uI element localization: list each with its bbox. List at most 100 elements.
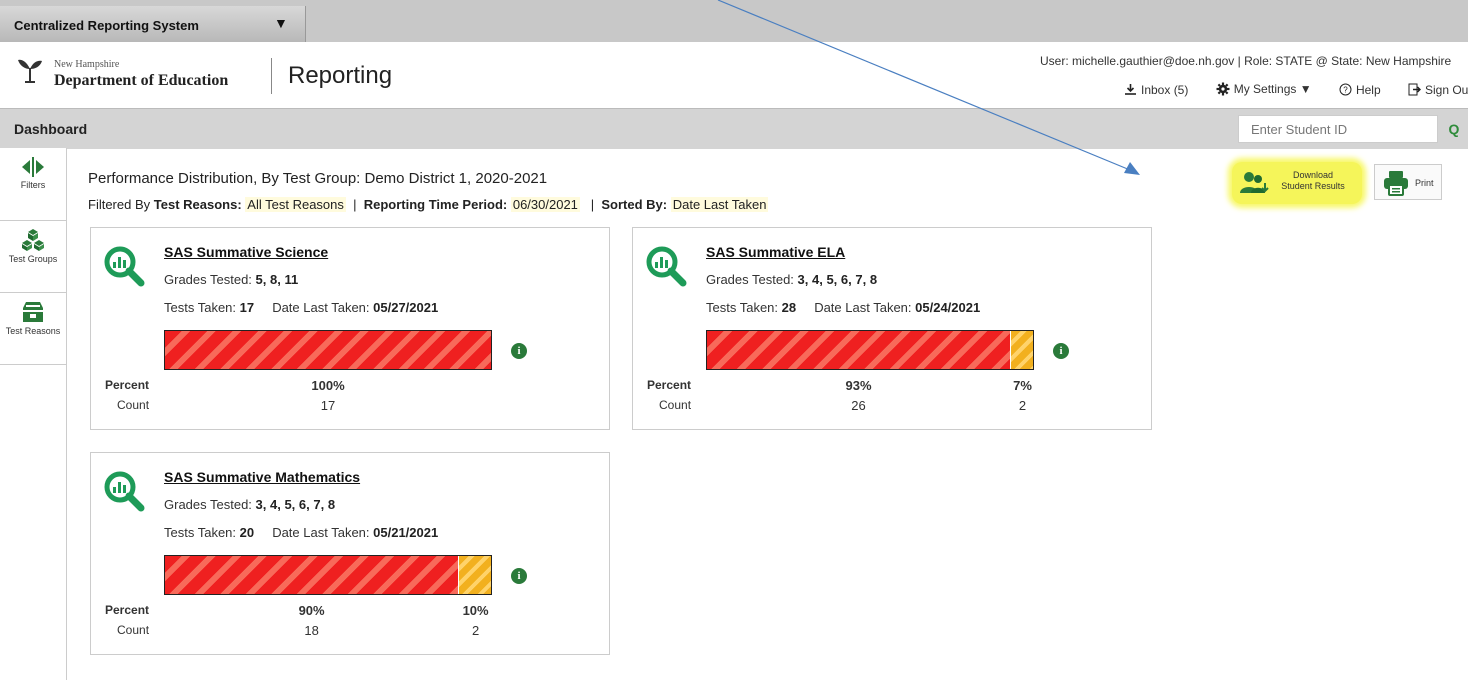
gear-icon xyxy=(1216,82,1230,96)
logo-sprout-icon xyxy=(18,59,42,83)
bar-segment-mid[interactable] xyxy=(458,556,491,594)
bar-segment-low[interactable] xyxy=(165,556,459,594)
tests-taken-label: Tests Taken: xyxy=(706,300,779,315)
sorted-value: Date Last Taken xyxy=(670,197,769,212)
date-last-taken-value: 05/21/2021 xyxy=(373,525,439,540)
sidebar-label-test-reasons: Test Reasons xyxy=(5,326,61,336)
top-bar: Centralized Reporting System ▼ xyxy=(0,0,1468,42)
test-reasons-icon xyxy=(23,302,43,322)
system-title: Centralized Reporting System xyxy=(14,18,199,33)
inbox-link[interactable]: Inbox (5) xyxy=(1124,83,1200,97)
performance-bar[interactable] xyxy=(706,330,1034,370)
tests-taken-value: 20 xyxy=(239,525,255,540)
tests-taken-value: 17 xyxy=(239,300,255,315)
chevron-down-icon[interactable]: ▼ xyxy=(274,15,288,31)
dashboard-title: Dashboard xyxy=(14,121,88,137)
tests-taken-line: Tests Taken: 17 Date Last Taken: 05/27/2… xyxy=(164,300,438,315)
settings-label: My Settings ▼ xyxy=(1233,82,1312,96)
info-icon[interactable]: i xyxy=(511,568,527,584)
app-header: New Hampshire Department of Education Re… xyxy=(0,42,1468,108)
date-last-taken-label: Date Last Taken: xyxy=(814,300,912,315)
dashboard-bar: Dashboard Q xyxy=(0,108,1468,149)
info-icon[interactable]: i xyxy=(1053,343,1069,359)
count-row-label: Count xyxy=(659,398,692,412)
count-row-label: Count xyxy=(117,623,150,637)
test-group-card: SAS Summative Mathematics Grades Tested:… xyxy=(90,452,610,655)
svg-text:?: ? xyxy=(1343,86,1348,95)
percent-row-label: Percent xyxy=(105,378,150,392)
student-id-input[interactable] xyxy=(1238,115,1438,143)
test-groups-icon xyxy=(22,229,44,251)
print-button[interactable]: Print xyxy=(1374,164,1442,200)
app-title: Reporting xyxy=(288,62,393,89)
test-group-card: SAS Summative Science Grades Tested: 5, … xyxy=(90,227,610,430)
report-magnifier-icon xyxy=(646,246,687,287)
segment-percent: 10% xyxy=(462,603,489,618)
sorted-label: Sorted By: xyxy=(601,197,668,212)
period-label: Reporting Time Period: xyxy=(363,197,508,212)
bar-segment-low[interactable] xyxy=(165,331,491,369)
info-icon[interactable]: i xyxy=(511,343,527,359)
help-link[interactable]: ? Help xyxy=(1339,83,1393,97)
tests-taken-label: Tests Taken: xyxy=(164,300,237,315)
grades-tested-label: Grades Tested: xyxy=(164,272,252,287)
segment-percent: 93% xyxy=(845,378,872,393)
download-student-results-button[interactable]: Download Student Results xyxy=(1232,162,1362,204)
test-group-name-link[interactable]: SAS Summative ELA xyxy=(706,244,845,260)
grades-tested-value: 3, 4, 5, 6, 7, 8 xyxy=(255,497,336,512)
print-label: Print xyxy=(1415,178,1434,188)
percent-row-label: Percent xyxy=(105,603,150,617)
bar-segment-mid[interactable] xyxy=(1010,331,1033,369)
user-links: Inbox (5) My Settings ▼ ? Help Sign Out xyxy=(1124,82,1468,99)
bar-segment-low[interactable] xyxy=(707,331,1011,369)
performance-bar[interactable] xyxy=(164,555,492,595)
grades-tested-label: Grades Tested: xyxy=(164,497,252,512)
tests-taken-line: Tests Taken: 28 Date Last Taken: 05/24/2… xyxy=(706,300,980,315)
filtered-by-label: Filtered By xyxy=(88,197,151,212)
grades-tested: Grades Tested: 3, 4, 5, 6, 7, 8 xyxy=(164,497,335,512)
performance-bar[interactable] xyxy=(164,330,492,370)
tests-taken-value: 28 xyxy=(781,300,797,315)
date-last-taken-value: 05/24/2021 xyxy=(915,300,981,315)
test-group-name-link[interactable]: SAS Summative Mathematics xyxy=(164,469,360,485)
settings-link[interactable]: My Settings ▼ xyxy=(1216,82,1324,96)
filter-summary: Filtered By Test Reasons: All Test Reaso… xyxy=(88,197,769,212)
test-group-name-link[interactable]: SAS Summative Science xyxy=(164,244,328,260)
report-magnifier-icon xyxy=(104,246,145,287)
help-icon: ? xyxy=(1339,83,1352,96)
sidebar-label-filters: Filters xyxy=(20,180,46,190)
sign-out-icon xyxy=(1408,83,1421,96)
download-inbox-icon xyxy=(1125,84,1136,95)
sidebar-item-test-groups[interactable]: Test Groups xyxy=(0,220,66,293)
system-selector[interactable]: Centralized Reporting System ▼ xyxy=(0,6,306,42)
sidebar-item-test-reasons[interactable]: Test Reasons xyxy=(0,292,66,365)
segment-count: 26 xyxy=(851,398,866,413)
download-label-line2: Student Results xyxy=(1281,181,1345,191)
download-users-icon xyxy=(1240,172,1269,193)
test-reasons-value: All Test Reasons xyxy=(245,197,346,212)
grades-tested-value: 3, 4, 5, 6, 7, 8 xyxy=(797,272,878,287)
sidebar-label-test-groups: Test Groups xyxy=(8,254,58,264)
segment-count: 18 xyxy=(304,623,319,638)
grades-tested: Grades Tested: 5, 8, 11 xyxy=(164,272,298,287)
header-divider xyxy=(271,58,272,94)
count-row-label: Count xyxy=(117,398,150,412)
period-value: 06/30/2021 xyxy=(510,197,580,212)
segment-percent: 90% xyxy=(298,603,325,618)
grades-tested: Grades Tested: 3, 4, 5, 6, 7, 8 xyxy=(706,272,877,287)
sidebar-item-filters[interactable]: Filters xyxy=(0,148,66,221)
user-info: User: michelle.gauthier@doe.nh.gov | Rol… xyxy=(1040,54,1452,68)
date-last-taken-label: Date Last Taken: xyxy=(272,525,370,540)
segment-percent: 100% xyxy=(311,378,345,393)
org-name: Department of Education xyxy=(54,72,229,89)
report-title: Performance Distribution, By Test Group:… xyxy=(88,170,548,187)
date-last-taken-label: Date Last Taken: xyxy=(272,300,370,315)
tests-taken-line: Tests Taken: 20 Date Last Taken: 05/21/2… xyxy=(164,525,438,540)
search-icon[interactable]: Q xyxy=(1440,115,1468,143)
sidebar: Filters Test Groups Test Reasons xyxy=(0,148,67,680)
org-state: New Hampshire xyxy=(54,59,120,70)
download-label-line1: Download xyxy=(1292,170,1334,180)
segment-count: 17 xyxy=(320,398,336,413)
inbox-label: Inbox (5) xyxy=(1141,82,1189,97)
signout-link[interactable]: Sign Out xyxy=(1408,83,1468,97)
